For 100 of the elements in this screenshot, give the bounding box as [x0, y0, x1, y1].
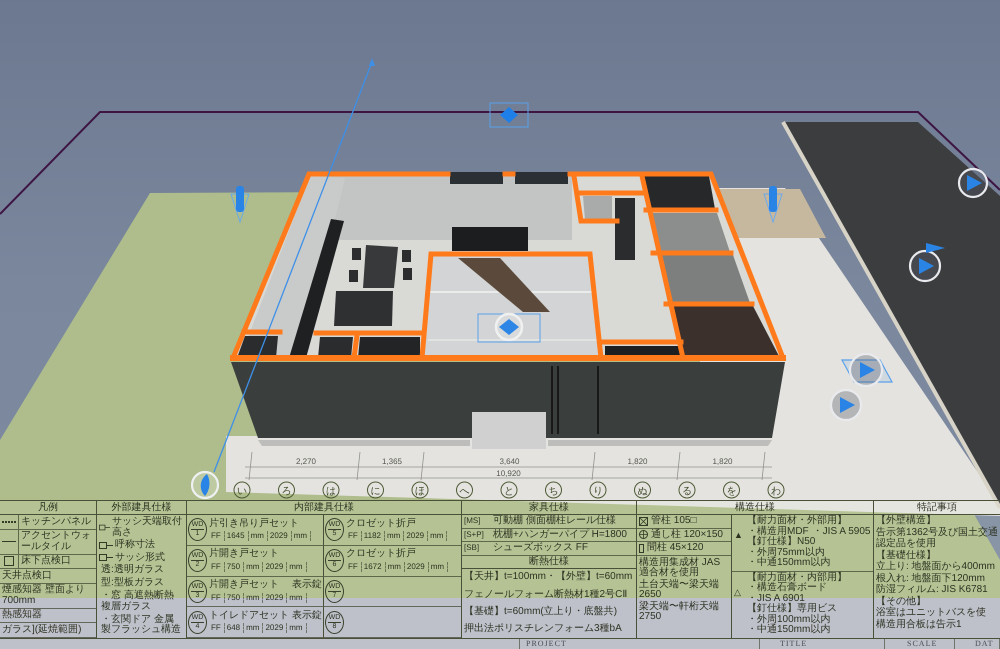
column-heading: 特記事項: [874, 501, 1000, 515]
door-spec: 750: [224, 592, 244, 603]
dimension-label: 1,820: [627, 457, 648, 466]
door-spec: mm: [428, 562, 448, 572]
member-spec: 間柱 45×120: [647, 543, 704, 554]
insulation-spec: 押出法ポリスチレンフォーム3種bA: [464, 624, 622, 635]
axis-line[interactable]: [213, 58, 375, 472]
leaf-handle-icon[interactable]: [190, 470, 220, 500]
note-text: 浴室はユニットバスを使: [876, 608, 986, 618]
panel-heading: 【耐力面材・外部用】: [747, 516, 847, 526]
door-spec: FF: [209, 592, 225, 603]
door-spec: 1645: [224, 531, 249, 542]
furniture-spec: 枕棚+ハンガーパイプ H=1800: [493, 530, 627, 540]
footer-label: PROJECT: [526, 639, 567, 649]
note-text: 認定品を使用: [876, 539, 936, 550]
door-spec: 2029: [404, 531, 428, 542]
note-text: 根入れ: 地盤面下120mm: [876, 574, 985, 584]
note-heading: 【外壁構造】: [876, 516, 936, 526]
label-tag-icon: [99, 524, 110, 531]
footer-label: DAT: [975, 639, 994, 649]
pin-marker-icon[interactable]: [763, 186, 783, 224]
footer-label: TITLE: [780, 639, 808, 649]
door-note: 表示錠: [292, 610, 322, 622]
grid-marker: を: [723, 482, 740, 498]
kitchen-island: [334, 291, 393, 326]
door-spec: FF: [346, 531, 362, 542]
triangle-marker-icon[interactable]: [908, 243, 945, 282]
structure-note: 構造用集成材 JAS適合材を使用: [639, 558, 722, 578]
spec-note: ・窓 高遮熱断熱複層ガラス: [101, 591, 175, 612]
note-text: 防湿フィルム: JIS K6781: [876, 585, 988, 596]
nail-spacing: ・中通150mm以内: [747, 625, 830, 636]
door-spec: 750: [224, 562, 244, 572]
legend-label: サッシ形式: [115, 552, 165, 563]
legend-label: 煙感知器 壁面より700mm: [2, 585, 86, 606]
door-spec: 1182: [362, 531, 385, 542]
legend-label: 床下点検口: [21, 556, 71, 567]
window: [515, 172, 568, 184]
furniture-spec: シューズボックス FF: [493, 543, 588, 554]
note-text: 構造用合板は告示1: [876, 620, 962, 630]
grid-marker: は: [322, 482, 340, 498]
legend-label: サッシ天端取付高さ: [112, 517, 184, 538]
diamond-handle-icon[interactable]: [490, 102, 528, 128]
glass-note: 透:透明ガラス: [101, 565, 164, 576]
insulation-spec: フェノールフォーム断熱材1種2号CⅡ: [464, 590, 628, 600]
panel-symbol: △: [734, 586, 742, 598]
dining-set: [349, 245, 412, 288]
door-spec: FF: [209, 623, 225, 634]
grid-marker: と: [500, 482, 518, 498]
legend-label: 熱感知器: [2, 610, 42, 621]
furniture-code: [MS]: [464, 516, 482, 526]
line-icon: [2, 541, 16, 542]
note-text: 立上り: 地盤面から400mm: [876, 562, 995, 572]
door-spec: mm: [287, 592, 307, 603]
door-name: クロゼット折戸: [346, 549, 416, 560]
furniture-spec: 可動棚 側面棚柱レール仕様: [493, 516, 616, 526]
nail-spacing: ・外周75mm以内: [747, 548, 825, 558]
label-tag-icon: [99, 542, 113, 549]
glass-note: 型:型板ガラス: [101, 578, 164, 589]
door-spec: mm: [384, 531, 404, 542]
member-spec: 通し柱 120×150: [651, 530, 723, 540]
grid-marker: り: [590, 482, 606, 498]
panel-heading: 【耐力面材・内部用】: [747, 572, 847, 583]
legend-label: ガラス](延焼範囲): [2, 625, 82, 636]
grid-marker: へ: [456, 482, 473, 498]
triangle-marker-icon[interactable]: [840, 352, 894, 388]
nail-spacing: ・中通150mm以内: [747, 558, 830, 568]
triangle-marker-icon[interactable]: [830, 388, 862, 422]
nail-spec: 【釘仕様】専用ビス: [747, 604, 837, 614]
panel-spec: ・構造石膏ボード: [747, 583, 827, 594]
door-spec: 2029: [404, 562, 429, 572]
legend-label: アクセントウォールタイル: [21, 531, 92, 552]
furniture-code: [SB]: [464, 543, 480, 554]
door-spec: 2029: [263, 562, 288, 572]
panel-symbol: ▲: [734, 530, 744, 540]
door-spec: mm: [244, 592, 264, 603]
panel-spec: ・構造用MDF: [747, 526, 809, 536]
door: [615, 198, 635, 260]
door-name: 片引き吊り戸セット: [209, 518, 299, 530]
pin-marker-icon[interactable]: [230, 186, 250, 224]
door-spec: 2029: [268, 531, 292, 542]
column-heading: 外部建具仕様: [97, 501, 187, 515]
door-spec: mm: [428, 531, 448, 542]
triangle-marker-icon[interactable]: [958, 168, 988, 198]
spec-note: ・玄関ドア 金属製フラッシュ構造: [101, 614, 182, 636]
crossed-square-icon: [639, 516, 648, 526]
room: [237, 336, 278, 358]
dimension-label: 2,270: [296, 457, 316, 466]
insulation-spec: 【天井】t=100mm・【外壁】t=60mm: [464, 572, 632, 583]
door-spec: mm: [287, 562, 307, 572]
door-spec: 2029: [263, 623, 288, 634]
member-spec: 管柱 105□: [651, 516, 697, 526]
door-spec: 2029: [263, 592, 288, 603]
insulation-spec: 【基礎】t=60mm(立上り・底盤共): [464, 606, 618, 618]
door-spec: mm: [244, 623, 264, 634]
diamond-handle-icon[interactable]: [478, 312, 540, 342]
legend-label: 天井点検口: [2, 570, 52, 582]
grid-marker: に: [367, 482, 384, 498]
grid-marker: る: [678, 482, 696, 498]
door-spec: 1672: [362, 562, 386, 572]
dashed-line-icon: [2, 520, 16, 523]
